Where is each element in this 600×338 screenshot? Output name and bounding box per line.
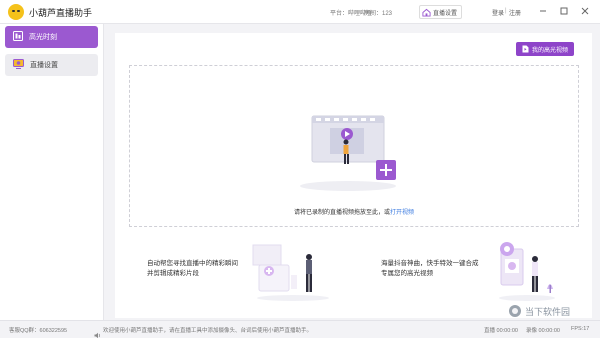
- qq-group-label: 客服QQ群：606322595: [9, 328, 68, 334]
- maximize-icon: [560, 7, 568, 15]
- close-icon: [581, 7, 589, 15]
- fps-indicator: FPS:17: [571, 326, 590, 332]
- home-icon: [422, 8, 431, 17]
- sidebar-item-label: 高光时刻: [29, 34, 57, 41]
- feature-line: 自动帮您寻找直播中的精彩瞬间: [147, 260, 238, 267]
- highlight-icon: [13, 28, 23, 46]
- sidebar-item-live-settings[interactable]: 直播设置: [5, 54, 98, 76]
- watermark-text: 当下软件园: [525, 306, 571, 317]
- video-file-icon: [522, 45, 529, 53]
- live-settings-button[interactable]: 直播设置: [419, 5, 463, 19]
- watermark-logo-icon: [509, 305, 521, 317]
- upload-illustration: [300, 115, 396, 191]
- speaker-icon: [94, 326, 101, 338]
- feature-music-effects: 海量抖音神曲，快手特效一键合成 专属您的高光视频: [381, 259, 479, 279]
- watermark: 当下软件园: [508, 304, 570, 318]
- auto-clip-illustration: [252, 244, 329, 301]
- video-drop-zone[interactable]: 请将已录制的直播视频拖放至此，或打开视频: [129, 65, 579, 227]
- room-label: 房间：123: [364, 11, 393, 17]
- my-highlights-button[interactable]: 我的高光视频: [516, 42, 575, 56]
- main-panel: 我的高光视频 请将已录制的直播视频拖放至此，或打开视频 自动帮您寻找直播中的精彩…: [115, 33, 592, 318]
- maximize-button[interactable]: [558, 5, 570, 17]
- login-separator: |: [505, 8, 507, 14]
- app-logo-icon: [8, 4, 24, 20]
- live-duration: 直播 00:00:00: [484, 328, 518, 334]
- login-link[interactable]: 登录: [492, 8, 504, 17]
- record-duration: 录像 00:00:00: [526, 328, 560, 334]
- feature-line: 专属您的高光视频: [381, 270, 433, 277]
- my-highlights-label: 我的高光视频: [532, 47, 569, 54]
- feature-auto-clip: 自动帮您寻找直播中的精彩瞬间 并剪辑成精彩片段: [147, 259, 238, 279]
- minimize-button[interactable]: [537, 5, 549, 17]
- sidebar-item-highlights[interactable]: 高光时刻: [5, 26, 98, 48]
- drop-zone-text: 请将已录制的直播视频拖放至此，或: [293, 210, 390, 216]
- open-video-link[interactable]: 打开视频: [390, 210, 414, 216]
- feature-line: 并剪辑成精彩片段: [147, 270, 199, 277]
- title-bar: 小葫芦直播助手 平台：哔哩哔哩 房间：123 直播设置 登录 | 注册: [0, 0, 600, 24]
- register-link[interactable]: 注册: [509, 8, 521, 17]
- close-button[interactable]: [579, 5, 591, 17]
- live-monitor-icon: [13, 56, 24, 74]
- minimize-icon: [540, 10, 546, 12]
- sidebar-item-label: 直播设置: [30, 62, 58, 69]
- status-bar: 客服QQ群：606322595 欢迎使用小葫芦直播助手，请在直播工具中添加摄像头…: [0, 320, 600, 338]
- status-notice: 欢迎使用小葫芦直播助手，请在直播工具中添加摄像头、台词后使用小葫芦直播助手。: [103, 328, 313, 334]
- sidebar: 高光时刻 直播设置: [0, 24, 104, 320]
- feature-line: 海量抖音神曲，快手特效一键合成: [381, 260, 479, 267]
- app-window: 小葫芦直播助手 平台：哔哩哔哩 房间：123 直播设置 登录 | 注册 高光时刻: [0, 0, 600, 338]
- drop-zone-hint: 请将已录制的直播视频拖放至此，或打开视频: [130, 207, 578, 216]
- app-title: 小葫芦直播助手: [29, 8, 93, 18]
- music-effects-illustration: [499, 242, 555, 301]
- live-settings-label: 直播设置: [433, 10, 458, 17]
